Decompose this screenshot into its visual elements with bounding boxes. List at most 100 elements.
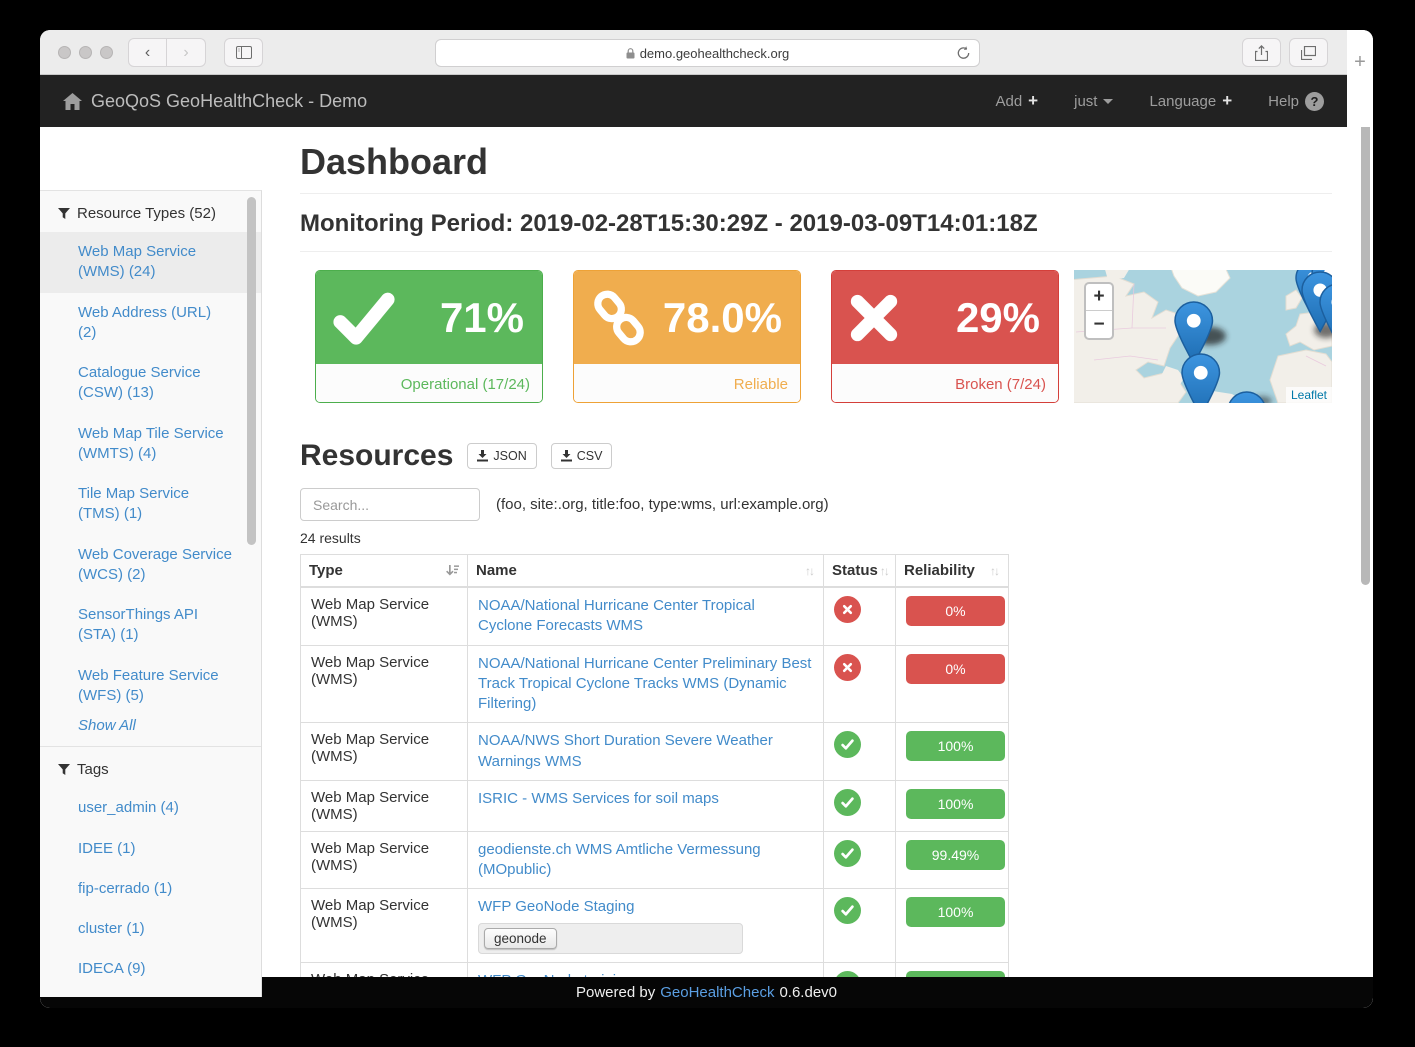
- broken-card[interactable]: 29% Broken (7/24): [831, 270, 1059, 403]
- sidebar-tag-item[interactable]: fip-cerrado (1): [40, 869, 261, 909]
- resource-type-cell: Web Map Service (WMS): [301, 831, 468, 889]
- nav-help[interactable]: Help?: [1268, 92, 1324, 111]
- sidebar-toggle-button[interactable]: [224, 38, 263, 67]
- sidebar-scrollbar-thumb[interactable]: [247, 197, 256, 545]
- table-row: Web Map Service (WMS) WFP GeoNode Stagin…: [301, 889, 1009, 962]
- brand-title: GeoQoS GeoHealthCheck - Demo: [91, 91, 367, 112]
- page-scrollbar[interactable]: [1358, 75, 1373, 977]
- resource-type-cell: Web Map Service (WMS): [301, 723, 468, 781]
- reliability-cell: 100%: [896, 780, 1009, 831]
- close-window-button[interactable]: [58, 46, 71, 59]
- broken-label: Broken (7/24): [832, 364, 1058, 403]
- app-navbar: GeoQoS GeoHealthCheck - Demo Add+ just L…: [40, 75, 1358, 127]
- zoom-in-button[interactable]: +: [1086, 284, 1112, 311]
- reliability-badge: 100%: [906, 789, 1005, 819]
- new-tab-button[interactable]: +: [1347, 30, 1373, 127]
- sort-icon[interactable]: ↑↓: [805, 564, 815, 578]
- filter-sidebar: Resource Types (52) Web Map Service (WMS…: [40, 190, 262, 997]
- page-title: Dashboard: [300, 141, 1332, 183]
- resources-map[interactable]: + − Leaflet: [1074, 270, 1332, 403]
- resource-link[interactable]: WFP GeoNode Staging: [478, 898, 634, 915]
- resource-link[interactable]: NOAA/National Hurricane Center Prelimina…: [478, 655, 811, 713]
- resource-link[interactable]: ISRIC - WMS Services for soil maps: [478, 790, 719, 807]
- nav-add[interactable]: Add+: [995, 91, 1038, 111]
- monitoring-period: Monitoring Period: 2019-02-28T15:30:29Z …: [300, 210, 1332, 238]
- sort-icon[interactable]: ↑↓: [990, 564, 1000, 578]
- column-header-type[interactable]: Type: [301, 555, 468, 588]
- url-text: demo.geohealthcheck.org: [640, 46, 790, 61]
- tag-chip[interactable]: geonode: [484, 928, 557, 949]
- sidebar-item[interactable]: Web Map Service (WMS) (24): [40, 232, 261, 293]
- footer-version: 0.6.dev0: [779, 984, 837, 1001]
- zoom-window-button[interactable]: [100, 46, 113, 59]
- resources-table-body: Web Map Service (WMS) NOAA/National Hurr…: [301, 587, 1009, 1008]
- status-cell: [824, 587, 896, 645]
- table-row: Web Map Service (WMS) geodienste.ch WMS …: [301, 831, 1009, 889]
- tab-overview-button[interactable]: [1289, 38, 1328, 67]
- check-icon: [841, 848, 854, 859]
- sidebar-tag-item[interactable]: geonode (4): [40, 990, 261, 998]
- forward-button[interactable]: ›: [167, 38, 206, 67]
- window-controls: [58, 46, 113, 59]
- sidebar-tag-item[interactable]: user_admin (4): [40, 788, 261, 828]
- resource-link[interactable]: geodienste.ch WMS Amtliche Vermessung (M…: [478, 841, 761, 878]
- sidebar-item[interactable]: SensorThings API (STA) (1): [40, 595, 261, 656]
- status-ok-icon: [834, 731, 861, 758]
- sort-amount-icon[interactable]: [446, 564, 459, 577]
- resource-link[interactable]: NOAA/NWS Short Duration Severe Weather W…: [478, 732, 773, 769]
- scrollbar-thumb[interactable]: [1361, 80, 1370, 585]
- share-button[interactable]: [1242, 38, 1281, 67]
- table-row: Web Map Service (WMS) ISRIC - WMS Servic…: [301, 780, 1009, 831]
- back-button[interactable]: ‹: [128, 38, 167, 67]
- reliability-cell: 0%: [896, 645, 1009, 723]
- tags-header: Tags: [40, 747, 261, 788]
- reliable-card[interactable]: 78.0% Reliable: [573, 270, 801, 403]
- zoom-out-button[interactable]: −: [1086, 311, 1112, 338]
- sidebar-tag-item[interactable]: IDECA (9): [40, 949, 261, 989]
- resources-title: Resources: [300, 439, 453, 473]
- show-all-link[interactable]: Show All: [40, 715, 164, 744]
- minimize-window-button[interactable]: [79, 46, 92, 59]
- column-header-name[interactable]: Name↑↓: [468, 555, 824, 588]
- navbar-brand[interactable]: GeoQoS GeoHealthCheck - Demo: [40, 91, 367, 112]
- export-json-button[interactable]: JSON: [467, 443, 536, 469]
- column-header-status[interactable]: Status↑↓: [824, 555, 896, 588]
- cross-icon: [842, 662, 853, 673]
- resource-link[interactable]: NOAA/National Hurricane Center Tropical …: [478, 597, 755, 634]
- sidebar-tag-item[interactable]: IDEE (1): [40, 829, 261, 869]
- status-cell: [824, 889, 896, 962]
- results-count: 24 results: [300, 530, 1332, 546]
- export-csv-button[interactable]: CSV: [551, 443, 613, 469]
- sidebar-item[interactable]: Web Address (URL) (2): [40, 293, 261, 354]
- address-bar[interactable]: demo.geohealthcheck.org: [435, 39, 980, 67]
- browser-window: ‹ › demo.geohealthcheck.org +: [40, 30, 1373, 1008]
- status-broken-icon: [834, 596, 861, 623]
- search-input[interactable]: [300, 488, 480, 521]
- plus-icon: +: [1222, 91, 1232, 111]
- sidebar-item[interactable]: Tile Map Service (TMS) (1): [40, 474, 261, 535]
- status-cell: [824, 645, 896, 723]
- sidebar-item[interactable]: Web Map Tile Service (WMTS) (4): [40, 414, 261, 475]
- sidebar-item[interactable]: Catalogue Service (CSW) (13): [40, 353, 261, 414]
- column-header-reliability[interactable]: Reliability↑↓: [896, 555, 1009, 588]
- nav-user-menu[interactable]: just: [1074, 93, 1113, 110]
- operational-percent: 71%: [440, 294, 524, 342]
- operational-card[interactable]: 71% Operational (17/24): [315, 270, 543, 403]
- reliability-badge: 99.49%: [906, 840, 1005, 870]
- sort-icon[interactable]: ↑↓: [880, 564, 890, 578]
- sidebar-item[interactable]: Web Feature Service (WFS) (5): [40, 656, 261, 717]
- caret-down-icon: [1103, 99, 1113, 104]
- geohealthcheck-link[interactable]: GeoHealthCheck: [660, 984, 774, 1001]
- reliable-percent: 78.0%: [663, 294, 782, 342]
- sidebar-item[interactable]: Web Coverage Service (WCS) (2): [40, 535, 261, 596]
- table-row: Web Map Service (WMS) NOAA/National Hurr…: [301, 587, 1009, 645]
- reload-button[interactable]: [956, 45, 971, 64]
- reliability-cell: 99.49%: [896, 831, 1009, 889]
- download-icon: [561, 450, 572, 462]
- nav-language[interactable]: Language+: [1149, 91, 1232, 111]
- resource-name-cell: WFP GeoNode Staging geonode: [468, 889, 824, 962]
- map-zoom-control: + −: [1084, 282, 1114, 340]
- tabs-icon: [1301, 46, 1316, 60]
- sidebar-tag-item[interactable]: cluster (1): [40, 909, 261, 949]
- leaflet-attribution[interactable]: Leaflet: [1286, 387, 1332, 403]
